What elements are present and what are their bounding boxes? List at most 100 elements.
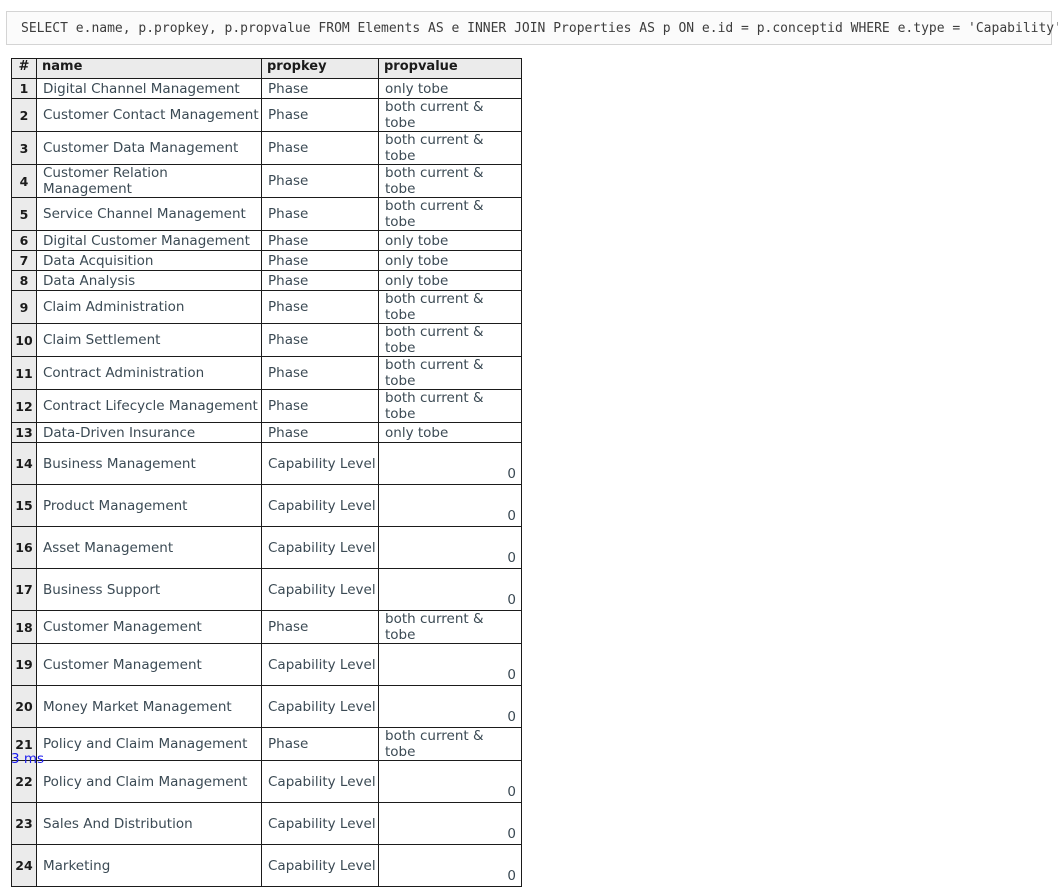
cell-propvalue[interactable]: both current & tobe	[378, 610, 522, 644]
query-timing-label[interactable]: 3 ms	[11, 751, 44, 767]
column-header-name[interactable]: name	[36, 58, 262, 79]
cell-name[interactable]: Customer Relation Management	[36, 164, 262, 198]
cell-propkey[interactable]: Phase	[261, 389, 379, 423]
table-row[interactable]: 24 Marketing Capability Level 0	[11, 844, 522, 887]
column-header-propkey[interactable]: propkey	[261, 58, 379, 79]
cell-name[interactable]: Contract Administration	[36, 356, 262, 390]
table-row[interactable]: 9 Claim Administration Phase both current &…	[11, 290, 522, 324]
cell-name[interactable]: Service Channel Management	[36, 197, 262, 231]
table-row[interactable]: 15 Product Management Capability Level 0	[11, 484, 522, 527]
cell-propvalue[interactable]: 0	[378, 760, 522, 803]
row-index-cell[interactable]: 11	[11, 356, 37, 390]
table-row[interactable]: 2 Customer Contact Management Phase both cu…	[11, 98, 522, 132]
cell-propvalue[interactable]: 0	[378, 442, 522, 485]
cell-propvalue[interactable]: 0	[378, 844, 522, 887]
cell-propkey[interactable]: Phase	[261, 610, 379, 644]
cell-propvalue[interactable]: both current & tobe	[378, 389, 522, 423]
cell-name[interactable]: Policy and Claim Management	[36, 727, 262, 761]
cell-propvalue[interactable]: only tobe	[378, 250, 522, 271]
row-index-cell[interactable]: 19	[11, 643, 37, 686]
cell-propkey[interactable]: Phase	[261, 270, 379, 291]
cell-name[interactable]: Customer Management	[36, 610, 262, 644]
cell-propkey[interactable]: Phase	[261, 356, 379, 390]
table-row[interactable]: 18 Customer Management Phase both current &…	[11, 610, 522, 644]
cell-propkey[interactable]: Capability Level	[261, 844, 379, 887]
row-index-cell[interactable]: 10	[11, 323, 37, 357]
row-index-cell[interactable]: 17	[11, 568, 37, 611]
cell-propkey[interactable]: Phase	[261, 78, 379, 99]
row-index-cell[interactable]: 16	[11, 526, 37, 569]
cell-name[interactable]: Customer Data Management	[36, 131, 262, 165]
table-row[interactable]: 22 Policy and Claim Management Capability …	[11, 760, 522, 803]
cell-propkey[interactable]: Capability Level	[261, 442, 379, 485]
cell-name[interactable]: Policy and Claim Management	[36, 760, 262, 803]
cell-propkey[interactable]: Capability Level	[261, 643, 379, 686]
cell-name[interactable]: Product Management	[36, 484, 262, 527]
row-index-cell[interactable]: 7	[11, 250, 37, 271]
cell-propkey[interactable]: Capability Level	[261, 484, 379, 527]
cell-propvalue[interactable]: 0	[378, 643, 522, 686]
cell-propkey[interactable]: Capability Level	[261, 802, 379, 845]
cell-propkey[interactable]: Capability Level	[261, 526, 379, 569]
cell-propvalue[interactable]: only tobe	[378, 422, 522, 443]
cell-propvalue[interactable]: both current & tobe	[378, 98, 522, 132]
table-row[interactable]: 19 Customer Management Capability Level 0	[11, 643, 522, 686]
cell-propkey[interactable]: Phase	[261, 131, 379, 165]
row-index-cell[interactable]: 24	[11, 844, 37, 887]
cell-name[interactable]: Data-Driven Insurance	[36, 422, 262, 443]
cell-propkey[interactable]: Phase	[261, 290, 379, 324]
cell-propvalue[interactable]: 0	[378, 802, 522, 845]
cell-propvalue[interactable]: only tobe	[378, 230, 522, 251]
cell-name[interactable]: Business Management	[36, 442, 262, 485]
table-row[interactable]: 10 Claim Settlement Phase both current & to…	[11, 323, 522, 357]
row-index-cell[interactable]: 13	[11, 422, 37, 443]
cell-propkey[interactable]: Phase	[261, 422, 379, 443]
row-index-cell[interactable]: 5	[11, 197, 37, 231]
cell-propvalue[interactable]: only tobe	[378, 78, 522, 99]
cell-propvalue[interactable]: 0	[378, 685, 522, 728]
cell-propvalue[interactable]: only tobe	[378, 270, 522, 291]
table-row[interactable]: 13 Data-Driven Insurance Phase only tobe	[11, 422, 522, 443]
cell-propkey[interactable]: Phase	[261, 98, 379, 132]
cell-propkey[interactable]: Capability Level	[261, 760, 379, 803]
cell-propvalue[interactable]: both current & tobe	[378, 356, 522, 390]
cell-propkey[interactable]: Capability Level	[261, 685, 379, 728]
cell-name[interactable]: Data Acquisition	[36, 250, 262, 271]
cell-propkey[interactable]: Phase	[261, 250, 379, 271]
cell-name[interactable]: Digital Customer Management	[36, 230, 262, 251]
row-index-cell[interactable]: 12	[11, 389, 37, 423]
table-row[interactable]: 6 Digital Customer Management Phase only to…	[11, 230, 522, 251]
table-row[interactable]: 20 Money Market Management Capability Leve…	[11, 685, 522, 728]
table-row[interactable]: 3 Customer Data Management Phase both curre…	[11, 131, 522, 165]
cell-propvalue[interactable]: both current & tobe	[378, 727, 522, 761]
row-index-cell[interactable]: 23	[11, 802, 37, 845]
table-row[interactable]: 11 Contract Administration Phase both curre…	[11, 356, 522, 390]
cell-propvalue[interactable]: 0	[378, 484, 522, 527]
column-header-propvalue[interactable]: propvalue	[378, 58, 522, 79]
row-index-cell[interactable]: 1	[11, 78, 37, 99]
table-row[interactable]: 8 Data Analysis Phase only tobe	[11, 270, 522, 291]
cell-name[interactable]: Customer Management	[36, 643, 262, 686]
cell-name[interactable]: Marketing	[36, 844, 262, 887]
cell-propvalue[interactable]: both current & tobe	[378, 131, 522, 165]
cell-name[interactable]: Digital Channel Management	[36, 78, 262, 99]
row-index-cell[interactable]: 20	[11, 685, 37, 728]
cell-name[interactable]: Business Support	[36, 568, 262, 611]
cell-name[interactable]: Contract Lifecycle Management	[36, 389, 262, 423]
cell-name[interactable]: Claim Settlement	[36, 323, 262, 357]
table-row[interactable]: 14 Business Management Capability Level 0	[11, 442, 522, 485]
row-index-cell[interactable]: 15	[11, 484, 37, 527]
row-index-cell[interactable]: 3	[11, 131, 37, 165]
cell-name[interactable]: Asset Management	[36, 526, 262, 569]
cell-propvalue[interactable]: 0	[378, 568, 522, 611]
row-index-cell[interactable]: 9	[11, 290, 37, 324]
cell-propvalue[interactable]: both current & tobe	[378, 290, 522, 324]
table-row[interactable]: 12 Contract Lifecycle Management Phase both…	[11, 389, 522, 423]
table-row[interactable]: 4 Customer Relation Management Phase both c…	[11, 164, 522, 198]
table-row[interactable]: 5 Service Channel Management Phase both cur…	[11, 197, 522, 231]
row-index-cell[interactable]: 4	[11, 164, 37, 198]
cell-propvalue[interactable]: 0	[378, 526, 522, 569]
table-row[interactable]: 7 Data Acquisition Phase only tobe	[11, 250, 522, 271]
cell-propkey[interactable]: Phase	[261, 164, 379, 198]
row-index-cell[interactable]: 6	[11, 230, 37, 251]
